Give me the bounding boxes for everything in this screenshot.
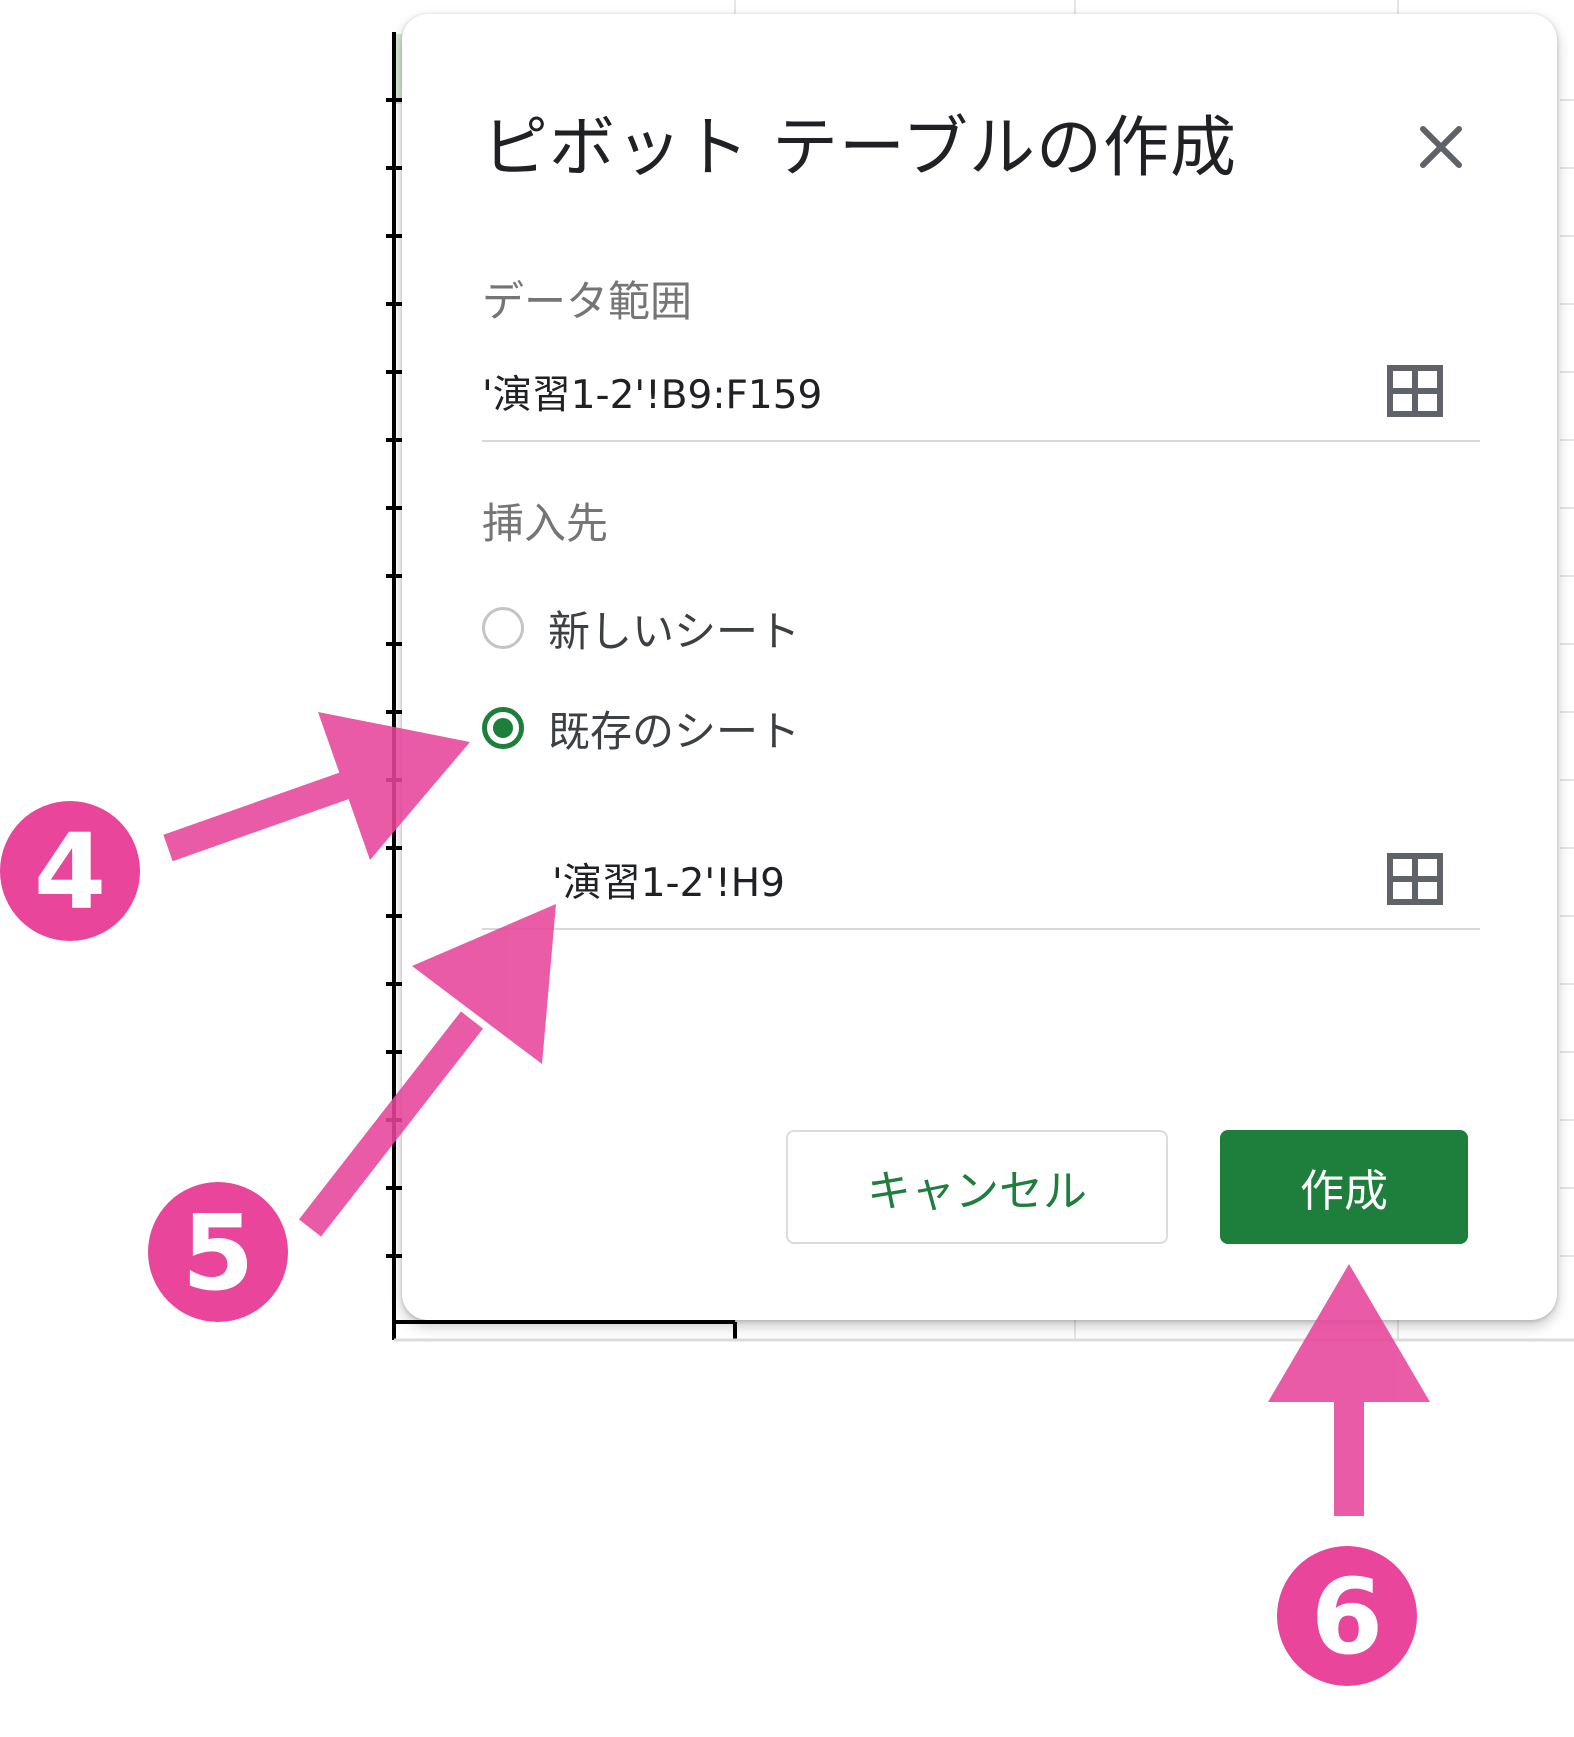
grid-icon <box>1387 853 1443 905</box>
radio-button-unchecked[interactable] <box>482 607 524 649</box>
close-icon <box>1420 126 1462 168</box>
radio-new-sheet[interactable]: 新しいシート <box>482 598 800 658</box>
select-location-button[interactable] <box>1386 850 1444 908</box>
create-button[interactable]: 作成 <box>1220 1130 1468 1244</box>
close-button[interactable] <box>1404 110 1478 184</box>
insert-to-label: 挿入先 <box>482 499 609 548</box>
pivot-table-dialog: ピボット テーブルの作成 データ範囲 '演習1-2'!B9:F159 挿入先 新… <box>402 14 1557 1320</box>
data-range-field[interactable]: '演習1-2'!B9:F159 <box>482 354 1480 442</box>
cancel-button[interactable]: キャンセル <box>786 1130 1168 1244</box>
data-range-label: データ範囲 <box>482 277 693 326</box>
radio-existing-sheet[interactable]: 既存のシート <box>482 698 800 758</box>
location-field[interactable]: '演習1-2'!H9 <box>482 842 1480 930</box>
radio-button-checked[interactable] <box>482 707 524 749</box>
location-input[interactable]: '演習1-2'!H9 <box>552 852 785 908</box>
data-range-input[interactable]: '演習1-2'!B9:F159 <box>482 364 822 420</box>
dialog-title: ピボット テーブルの作成 <box>482 109 1238 186</box>
radio-existing-sheet-label: 既存のシート <box>548 706 801 756</box>
grid-icon <box>1387 365 1443 417</box>
radio-new-sheet-label: 新しいシート <box>548 606 801 656</box>
select-data-range-button[interactable] <box>1386 362 1444 420</box>
